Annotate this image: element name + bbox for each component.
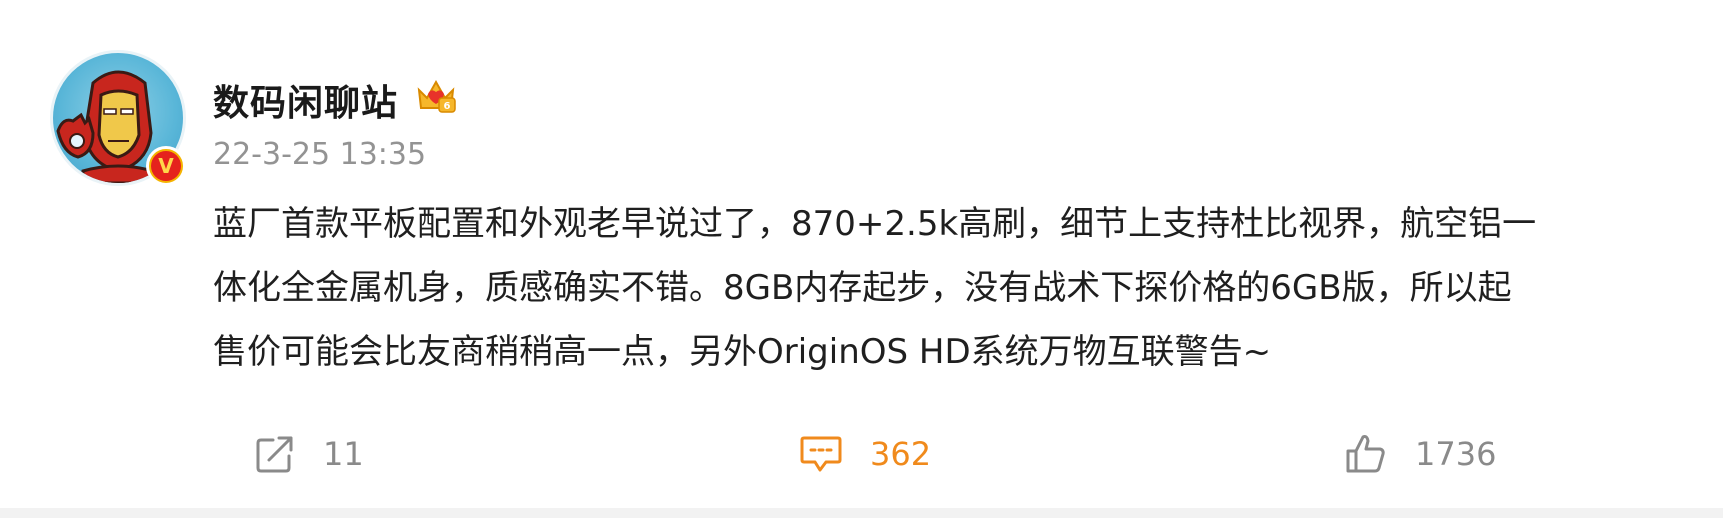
- content-line: 售价可能会比友商稍稍高一点，另外OriginOS HD系统万物互联警告~: [213, 332, 1272, 372]
- verified-badge: V: [146, 146, 186, 186]
- post-content: 蓝厂首款平板配置和外观老早说过了，870+2.5k高刷，细节上支持杜比视界，航空…: [213, 192, 1693, 384]
- comment-button[interactable]: 362: [800, 432, 931, 476]
- thumbs-up-icon: [1346, 435, 1385, 473]
- like-button[interactable]: 1736: [1345, 432, 1496, 476]
- weibo-post: V 数码闲聊站 6 22-3-25 13:35 蓝厂首款平板配置和外观老早说过了…: [0, 0, 1723, 518]
- repost-count: 11: [323, 435, 364, 473]
- like-count: 1736: [1415, 435, 1497, 473]
- svg-text:6: 6: [444, 101, 451, 112]
- repost-button[interactable]: 11: [255, 432, 364, 476]
- author-name[interactable]: 数码闲聊站: [213, 74, 398, 126]
- divider: [0, 508, 1723, 518]
- content-line: 体化全金属机身，质感确实不错。8GB内存起步，没有战术下探价格的6GB版，所以起: [213, 268, 1512, 308]
- content-line: 蓝厂首款平板配置和外观老早说过了，870+2.5k高刷，细节上支持杜比视界，航空…: [213, 204, 1537, 244]
- verified-badge-label: V: [151, 151, 181, 181]
- comment-count: 362: [870, 435, 932, 473]
- post-timestamp[interactable]: 22-3-25 13:35: [213, 137, 426, 172]
- author-avatar[interactable]: V: [50, 50, 186, 186]
- crown-membership-icon[interactable]: 6: [415, 76, 457, 116]
- share-icon: [256, 436, 293, 473]
- comment-icon: [800, 436, 842, 472]
